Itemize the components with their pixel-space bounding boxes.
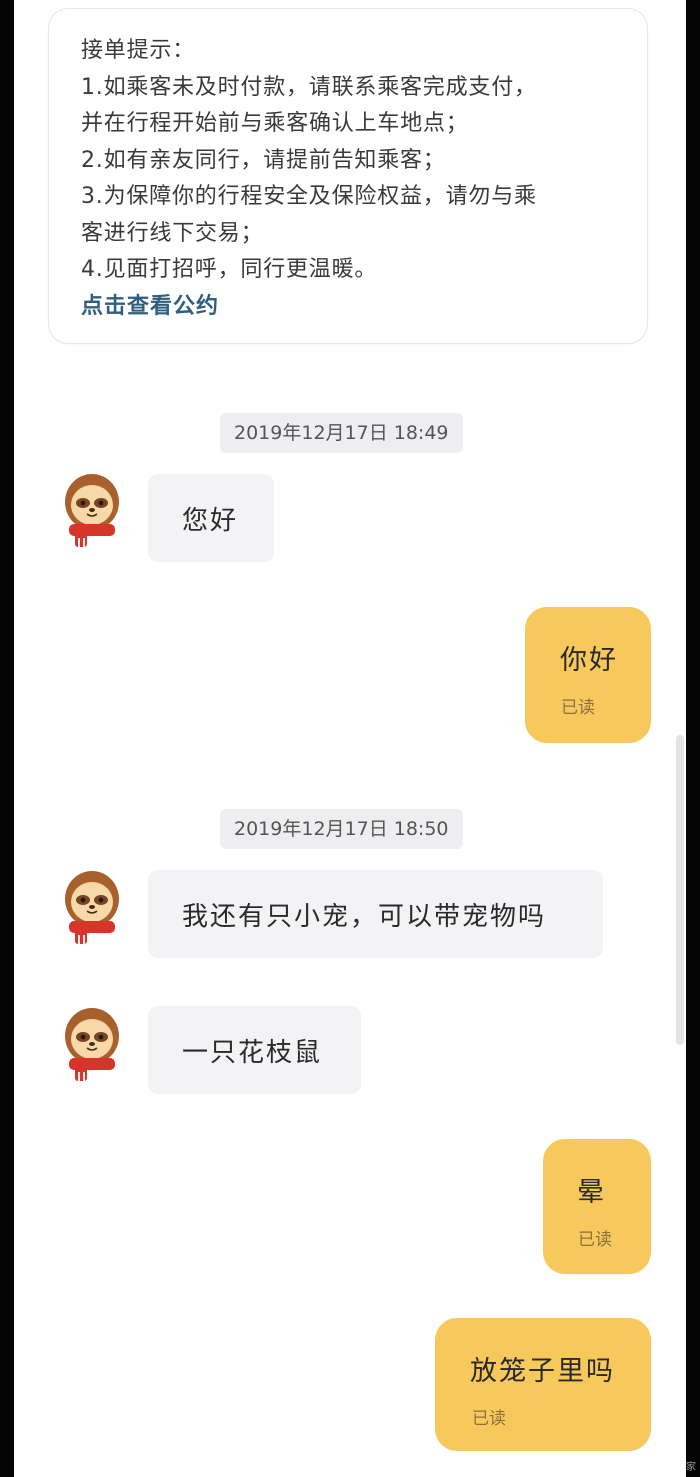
outgoing-message-bubble[interactable]: 你好 已读 (525, 607, 651, 743)
message-text: 一只花枝鼠 (182, 1037, 323, 1068)
timestamp: 2019年12月17日 18:50 (220, 809, 463, 849)
notice-line: 客进行线下交易； (81, 220, 264, 246)
message-text: 放笼子里吗 (470, 1356, 615, 1387)
timestamp: 2019年12月17日 18:49 (220, 413, 463, 453)
left-frame-edge (0, 0, 14, 1477)
notice-line: 2.如有亲友同行，请提前告知乘客； (81, 147, 446, 173)
sloth-avatar-icon[interactable] (63, 472, 121, 548)
read-status: 已读 (561, 698, 595, 718)
read-status: 已读 (472, 1409, 506, 1429)
sloth-avatar-icon[interactable] (63, 1006, 121, 1082)
notice-line: 4.见面打招呼，同行更温暖。 (81, 257, 378, 282)
notice-line: 并在行程开始前与乘客确认上车地点； (81, 111, 469, 136)
view-convention-link[interactable]: 点击查看公约 (81, 289, 617, 325)
message-text: 您好 (182, 505, 239, 536)
message-text: 你好 (560, 645, 618, 676)
outgoing-message-bubble[interactable]: 放笼子里吗 已读 (435, 1318, 651, 1451)
sloth-avatar-icon[interactable] (63, 869, 121, 945)
right-frame-edge (686, 0, 700, 1477)
scrollbar[interactable] (676, 735, 684, 1045)
incoming-message-bubble[interactable]: 您好 (148, 474, 274, 562)
incoming-message-bubble[interactable]: 一只花枝鼠 (148, 1006, 361, 1094)
notice-line: 3.为保障你的行程安全及保险权益，请勿与乘 (81, 184, 537, 209)
message-text: 晕 (577, 1177, 606, 1208)
read-status: 已读 (578, 1230, 612, 1250)
outgoing-message-bubble[interactable]: 晕 已读 (543, 1139, 651, 1274)
order-notice-card: 接单提示： 1.如乘客未及时付款，请联系乘客完成支付， 并在行程开始前与乘客确认… (48, 8, 648, 344)
corner-watermark: 家 (686, 1462, 696, 1473)
notice-title: 接单提示： (81, 38, 196, 63)
incoming-message-bubble[interactable]: 我还有只小宠，可以带宠物吗 (148, 870, 603, 958)
message-text: 我还有只小宠，可以带宠物吗 (182, 901, 547, 932)
notice-line: 1.如乘客未及时付款，请联系乘客完成支付， (81, 74, 537, 100)
